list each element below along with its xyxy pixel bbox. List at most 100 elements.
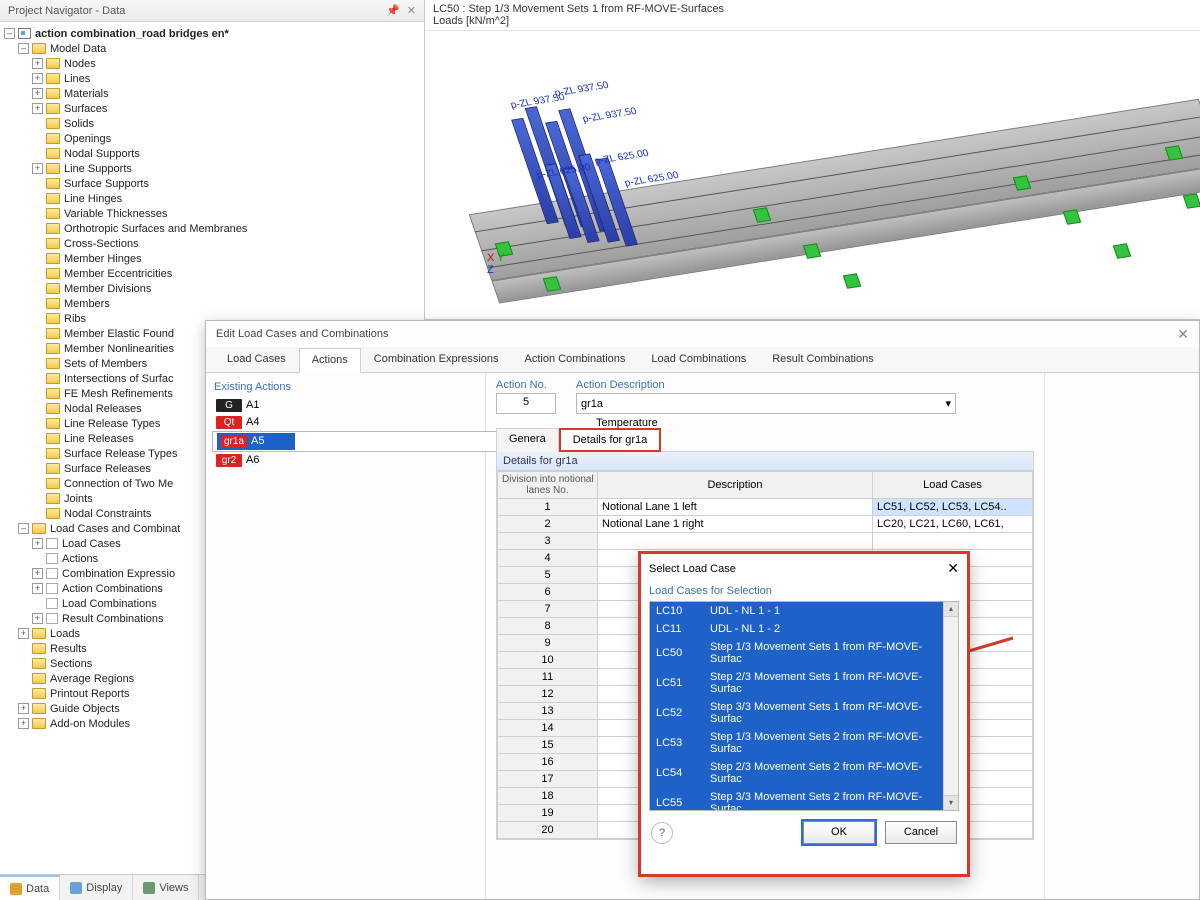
load-case-item[interactable]: LC54Step 2/3 Movement Sets 2 from RF-MOV…	[650, 758, 958, 788]
folder-icon	[46, 88, 60, 99]
expander-icon[interactable]: –	[4, 28, 15, 39]
cancel-button[interactable]: Cancel	[885, 821, 957, 844]
tree-item[interactable]: +Surfaces	[4, 101, 424, 116]
folder-icon	[46, 223, 60, 234]
expander-icon[interactable]: +	[18, 703, 29, 714]
popup-title: Select Load Case	[649, 563, 736, 575]
action-no-input[interactable]: 5	[496, 393, 556, 414]
folder-icon	[46, 598, 58, 609]
folder-icon	[32, 658, 46, 669]
load-case-item[interactable]: LC53Step 1/3 Movement Sets 2 from RF-MOV…	[650, 728, 958, 758]
dialog-titlebar[interactable]: Edit Load Cases and Combinations ✕	[206, 321, 1199, 347]
chevron-down-icon: ▾	[945, 397, 951, 410]
action-description-label: Action Description	[576, 379, 1034, 391]
tree-item[interactable]: +Line Supports	[4, 161, 424, 176]
expander-icon[interactable]: +	[32, 538, 43, 549]
load-case-item[interactable]: LC50Step 1/3 Movement Sets 1 from RF-MOV…	[650, 638, 958, 668]
expander-icon[interactable]: +	[18, 718, 29, 729]
load-case-item[interactable]: LC10UDL - NL 1 - 1	[650, 602, 958, 620]
navigator-tab-data[interactable]: Data	[0, 875, 60, 900]
folder-icon	[46, 538, 58, 549]
tab-load-cases[interactable]: Load Cases	[214, 347, 299, 372]
dialog-tabs: Load CasesActionsCombination Expressions…	[206, 347, 1199, 373]
tree-item[interactable]: Nodal Supports	[4, 146, 424, 161]
load-case-item[interactable]: LC11UDL - NL 1 - 2	[650, 620, 958, 638]
navigator-tab-display[interactable]: Display	[60, 875, 133, 900]
scroll-up-icon[interactable]: ▴	[944, 602, 958, 617]
help-button[interactable]: ?	[651, 822, 673, 844]
close-icon[interactable]: ✕	[1177, 326, 1189, 343]
folder-icon	[46, 388, 60, 399]
model-viewport[interactable]: LC50 : Step 1/3 Movement Sets 1 from RF-…	[425, 0, 1200, 320]
tree-item[interactable]: Surface Supports	[4, 176, 424, 191]
expander-icon[interactable]: +	[32, 88, 43, 99]
tree-item[interactable]: +Nodes	[4, 56, 424, 71]
tree-item[interactable]: Member Divisions	[4, 281, 424, 296]
pin-icon[interactable]: 📌	[386, 5, 400, 17]
expander-icon[interactable]: +	[32, 163, 43, 174]
subtab-details[interactable]: Details for gr1a	[559, 428, 662, 452]
tree-item[interactable]: Cross-Sections	[4, 236, 424, 251]
folder-icon	[46, 163, 60, 174]
folder-icon	[46, 403, 60, 414]
tree-item[interactable]: –action combination_road bridges en*	[4, 26, 424, 41]
tab-actions[interactable]: Actions	[299, 348, 361, 373]
expander-icon[interactable]: +	[32, 58, 43, 69]
expander-icon[interactable]: +	[32, 73, 43, 84]
folder-icon	[46, 433, 60, 444]
close-icon[interactable]: ✕	[947, 560, 959, 577]
folder-icon	[46, 118, 60, 129]
viewport-canvas[interactable]: p-ZL 937.50 p-ZL 937.50 p-ZL 937.50 p-ZL…	[425, 34, 1200, 319]
load-case-item[interactable]: LC52Step 3/3 Movement Sets 1 from RF-MOV…	[650, 698, 958, 728]
navigator-tab-views[interactable]: Views	[133, 875, 199, 900]
folder-icon	[32, 688, 46, 699]
folder-icon	[46, 568, 58, 579]
tree-item[interactable]: +Materials	[4, 86, 424, 101]
load-case-item[interactable]: LC51Step 2/3 Movement Sets 1 from RF-MOV…	[650, 668, 958, 698]
tree-item[interactable]: Openings	[4, 131, 424, 146]
popup-titlebar[interactable]: Select Load Case ✕	[641, 554, 967, 583]
folder-icon	[46, 493, 60, 504]
grid-row[interactable]: 3	[498, 533, 1033, 550]
tree-item[interactable]: Variable Thicknesses	[4, 206, 424, 221]
expander-icon[interactable]: +	[32, 568, 43, 579]
tree-item[interactable]: Line Hinges	[4, 191, 424, 206]
tree-item[interactable]: Solids	[4, 116, 424, 131]
scroll-down-icon[interactable]: ▾	[944, 795, 958, 810]
tab-combination-expressions[interactable]: Combination Expressions	[361, 347, 512, 372]
tab-load-combinations[interactable]: Load Combinations	[638, 347, 759, 372]
tree-item[interactable]: Members	[4, 296, 424, 311]
tree-item[interactable]: –Model Data	[4, 41, 424, 56]
expander-icon[interactable]: +	[32, 103, 43, 114]
action-description-select[interactable]: gr1a ▾	[576, 393, 956, 414]
expander-icon[interactable]: +	[18, 628, 29, 639]
ok-button[interactable]: OK	[803, 821, 875, 844]
folder-icon	[46, 193, 60, 204]
folder-icon	[46, 613, 58, 624]
tree-item[interactable]: Member Hinges	[4, 251, 424, 266]
folder-icon	[46, 508, 60, 519]
expander-icon[interactable]: +	[32, 583, 43, 594]
folder-icon	[32, 523, 46, 534]
tree-item[interactable]: Orthotropic Surfaces and Membranes	[4, 221, 424, 236]
navigator-window-controls: 📌 ✕	[382, 4, 416, 17]
subtab-general[interactable]: Genera	[496, 428, 559, 452]
expander-icon[interactable]: –	[18, 523, 29, 534]
load-case-listbox[interactable]: LC10UDL - NL 1 - 1LC11UDL - NL 1 - 2LC50…	[649, 601, 959, 811]
expander-icon[interactable]: –	[18, 43, 29, 54]
scrollbar[interactable]: ▴ ▾	[943, 602, 958, 810]
grid-row[interactable]: 2Notional Lane 1 rightLC20, LC21, LC60, …	[498, 516, 1033, 533]
expander-icon[interactable]: +	[32, 613, 43, 624]
folder-icon	[46, 253, 60, 264]
close-icon[interactable]: ✕	[407, 5, 416, 17]
tab-action-combinations[interactable]: Action Combinations	[512, 347, 639, 372]
folder-icon	[46, 343, 60, 354]
grid-row[interactable]: 1Notional Lane 1 leftLC51, LC52, LC53, L…	[498, 499, 1033, 516]
tab-result-combinations[interactable]: Result Combinations	[759, 347, 887, 372]
tree-item[interactable]: Member Eccentricities	[4, 266, 424, 281]
folder-icon	[46, 268, 60, 279]
folder-icon	[46, 418, 60, 429]
load-case-item[interactable]: LC55Step 3/3 Movement Sets 2 from RF-MOV…	[650, 788, 958, 811]
folder-icon	[32, 673, 46, 684]
tree-item[interactable]: +Lines	[4, 71, 424, 86]
